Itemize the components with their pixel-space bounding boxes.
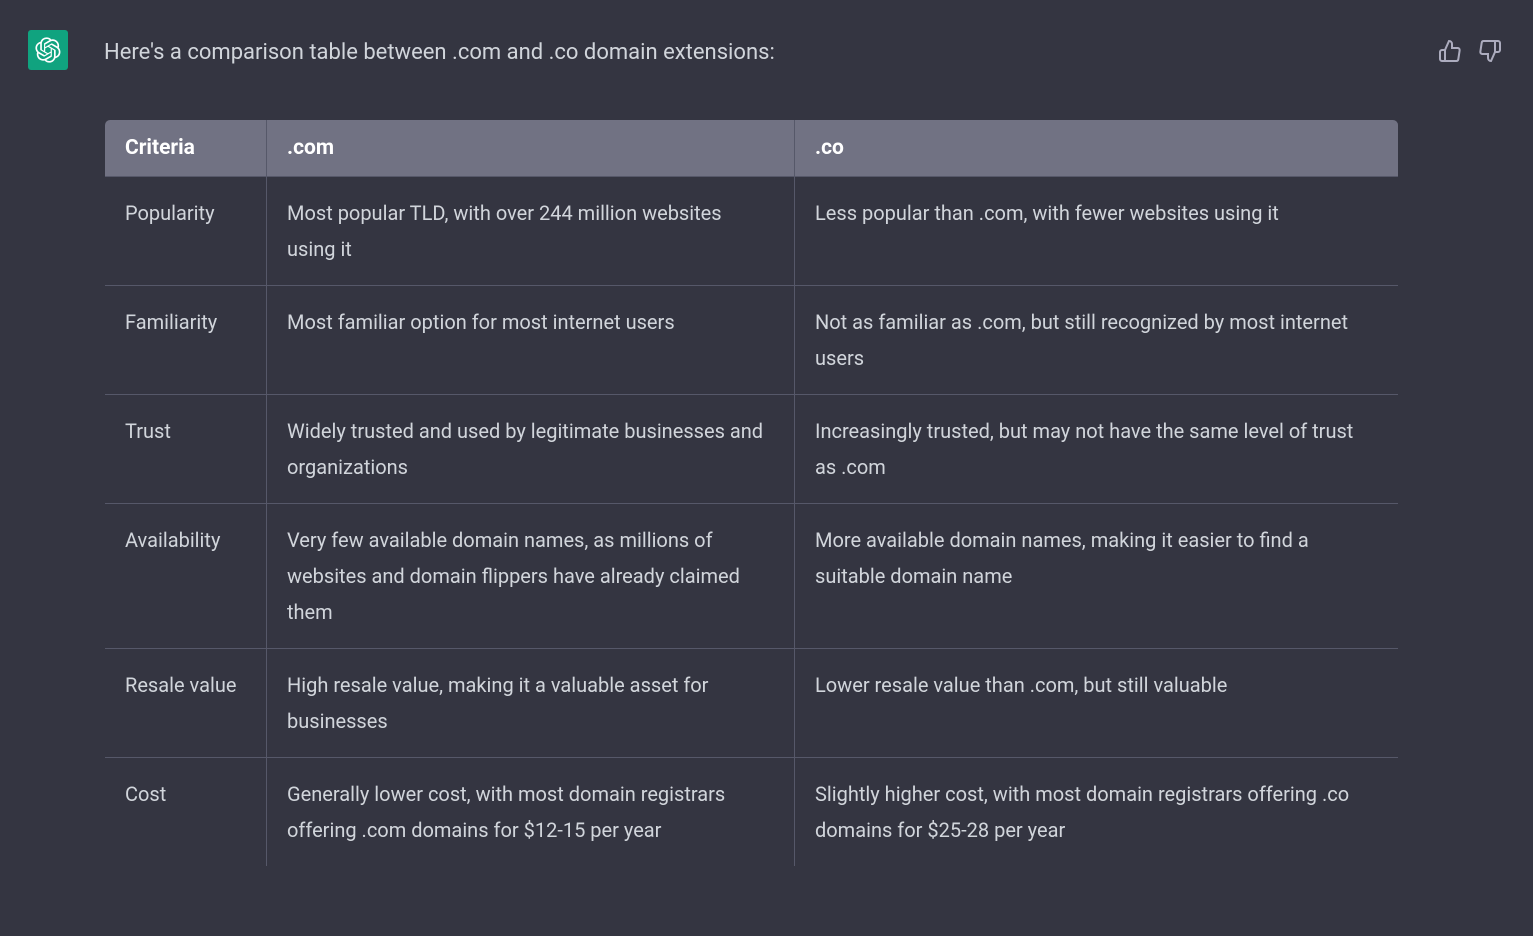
thumbs-down-icon bbox=[1478, 39, 1502, 63]
cell-com: High resale value, making it a valuable … bbox=[267, 649, 795, 758]
cell-co: Not as familiar as .com, but still recog… bbox=[795, 286, 1399, 395]
cell-criteria: Trust bbox=[105, 395, 267, 504]
table-header-row: Criteria .com .co bbox=[105, 120, 1399, 177]
openai-logo-icon bbox=[35, 37, 61, 63]
header-co: .co bbox=[795, 120, 1399, 177]
cell-co: Lower resale value than .com, but still … bbox=[795, 649, 1399, 758]
cell-criteria: Cost bbox=[105, 758, 267, 867]
feedback-buttons bbox=[1435, 30, 1505, 867]
cell-com: Most popular TLD, with over 244 million … bbox=[267, 177, 795, 286]
cell-co: Less popular than .com, with fewer websi… bbox=[795, 177, 1399, 286]
thumbs-up-icon bbox=[1438, 39, 1462, 63]
header-com: .com bbox=[267, 120, 795, 177]
thumbs-down-button[interactable] bbox=[1475, 36, 1505, 66]
cell-co: Slightly higher cost, with most domain r… bbox=[795, 758, 1399, 867]
assistant-avatar bbox=[28, 30, 68, 70]
cell-co: More available domain names, making it e… bbox=[795, 504, 1399, 649]
table-row: Resale value High resale value, making i… bbox=[105, 649, 1399, 758]
table-row: Cost Generally lower cost, with most dom… bbox=[105, 758, 1399, 867]
cell-criteria: Availability bbox=[105, 504, 267, 649]
table-row: Popularity Most popular TLD, with over 2… bbox=[105, 177, 1399, 286]
cell-criteria: Popularity bbox=[105, 177, 267, 286]
message-content: Here's a comparison table between .com a… bbox=[104, 30, 1399, 867]
table-body: Popularity Most popular TLD, with over 2… bbox=[105, 177, 1399, 867]
cell-co: Increasingly trusted, but may not have t… bbox=[795, 395, 1399, 504]
comparison-table: Criteria .com .co Popularity Most popula… bbox=[104, 119, 1399, 867]
table-row: Familiarity Most familiar option for mos… bbox=[105, 286, 1399, 395]
cell-com: Generally lower cost, with most domain r… bbox=[267, 758, 795, 867]
table-row: Trust Widely trusted and used by legitim… bbox=[105, 395, 1399, 504]
cell-com: Very few available domain names, as mill… bbox=[267, 504, 795, 649]
intro-text: Here's a comparison table between .com a… bbox=[104, 30, 1399, 69]
cell-criteria: Resale value bbox=[105, 649, 267, 758]
cell-criteria: Familiarity bbox=[105, 286, 267, 395]
header-criteria: Criteria bbox=[105, 120, 267, 177]
cell-com: Most familiar option for most internet u… bbox=[267, 286, 795, 395]
cell-com: Widely trusted and used by legitimate bu… bbox=[267, 395, 795, 504]
thumbs-up-button[interactable] bbox=[1435, 36, 1465, 66]
assistant-message: Here's a comparison table between .com a… bbox=[0, 30, 1533, 867]
table-row: Availability Very few available domain n… bbox=[105, 504, 1399, 649]
